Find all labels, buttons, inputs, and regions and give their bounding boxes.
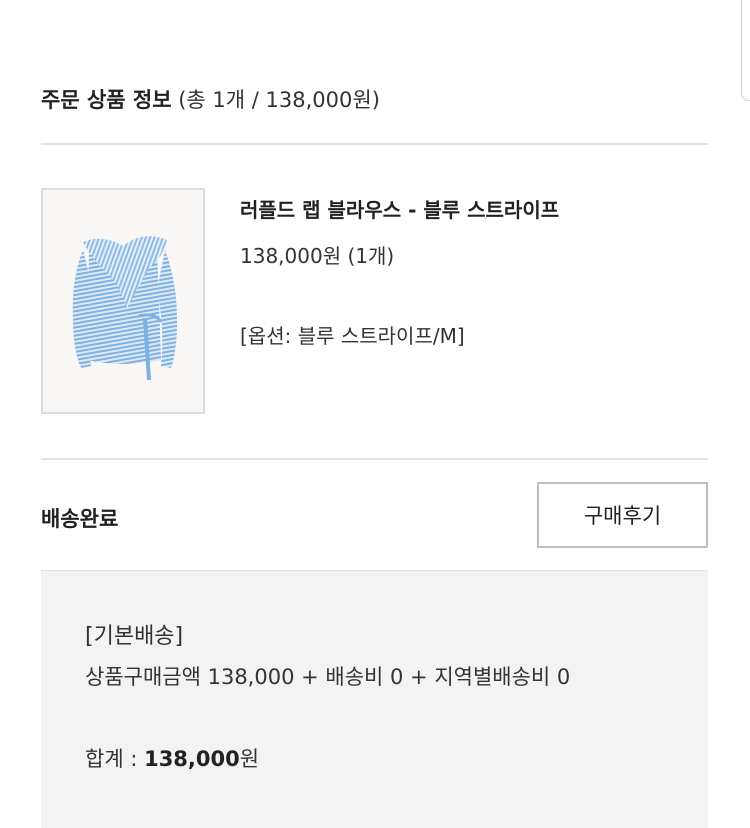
delivery-status: 배송완료: [41, 507, 119, 531]
order-total-amount: 138,000: [144, 747, 240, 771]
striped-ruffled-blouse-image: [72, 236, 177, 380]
shipping-type: [기본배송]: [85, 624, 184, 649]
product-option: [옵션: 블루 스트라이프/M]: [240, 324, 465, 348]
scroll-indicator[interactable]: [741, 0, 750, 101]
order-total-unit: 원: [239, 747, 260, 771]
product-name[interactable]: 러플드 랩 블라우스 - 블루 스트라이프: [240, 194, 559, 223]
product-image[interactable]: [41, 188, 205, 414]
order-total: 합계 : 138,000원: [85, 743, 259, 773]
order-info-summary: (총 1개 / 138,000원): [178, 88, 380, 112]
divider: [41, 458, 708, 460]
order-info-heading: 주문 상품 정보 (총 1개 / 138,000원): [41, 84, 380, 114]
product-price: 138,000원 (1개): [240, 244, 395, 268]
shipping-summary: [기본배송] 상품구매금액 138,000 + 배송비 0 + 지역별배송비 0…: [41, 571, 708, 828]
order-total-label: 합계 :: [85, 747, 145, 771]
shipping-fee-breakdown: 상품구매금액 138,000 + 배송비 0 + 지역별배송비 0: [85, 665, 571, 689]
order-info-title: 주문 상품 정보: [41, 88, 172, 112]
divider: [41, 143, 708, 145]
write-review-button[interactable]: 구매후기: [537, 482, 708, 548]
